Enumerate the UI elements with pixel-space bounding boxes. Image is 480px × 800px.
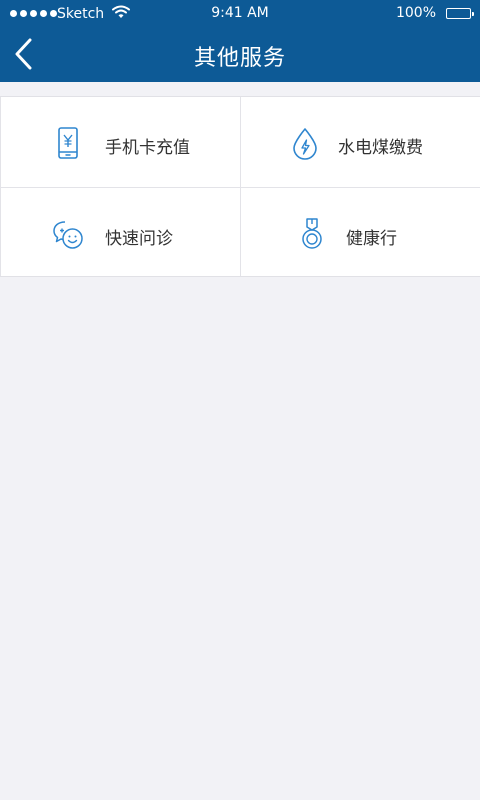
service-label: 健康行 — [346, 229, 397, 249]
header-bar: Sketch 9:41 AM 100% 其他服务 — [0, 0, 480, 82]
service-quick-consultation[interactable]: 快速问诊 — [0, 188, 240, 278]
battery-icon — [446, 8, 474, 19]
service-label: 水电煤缴费 — [338, 138, 423, 158]
service-mobile-topup[interactable]: 手机卡充值 — [0, 97, 240, 187]
chat-smile-icon — [51, 217, 85, 251]
battery-percentage: 100% — [395, 5, 436, 21]
water-drop-lightning-icon — [288, 126, 322, 160]
phone-yuan-icon — [51, 126, 85, 160]
service-label: 快速问诊 — [105, 229, 173, 249]
page-title: 其他服务 — [193, 46, 286, 71]
service-utility-payment[interactable]: 水电煤缴费 — [240, 97, 480, 187]
status-bar: Sketch 9:41 AM 100% — [0, 0, 480, 28]
service-health-walk[interactable]: 健康行 — [240, 188, 480, 278]
service-label: 手机卡充值 — [105, 138, 190, 158]
medal-icon — [295, 217, 329, 251]
services-grid: 手机卡充值 水电煤缴费 快速问诊 健康行 — [0, 96, 480, 277]
